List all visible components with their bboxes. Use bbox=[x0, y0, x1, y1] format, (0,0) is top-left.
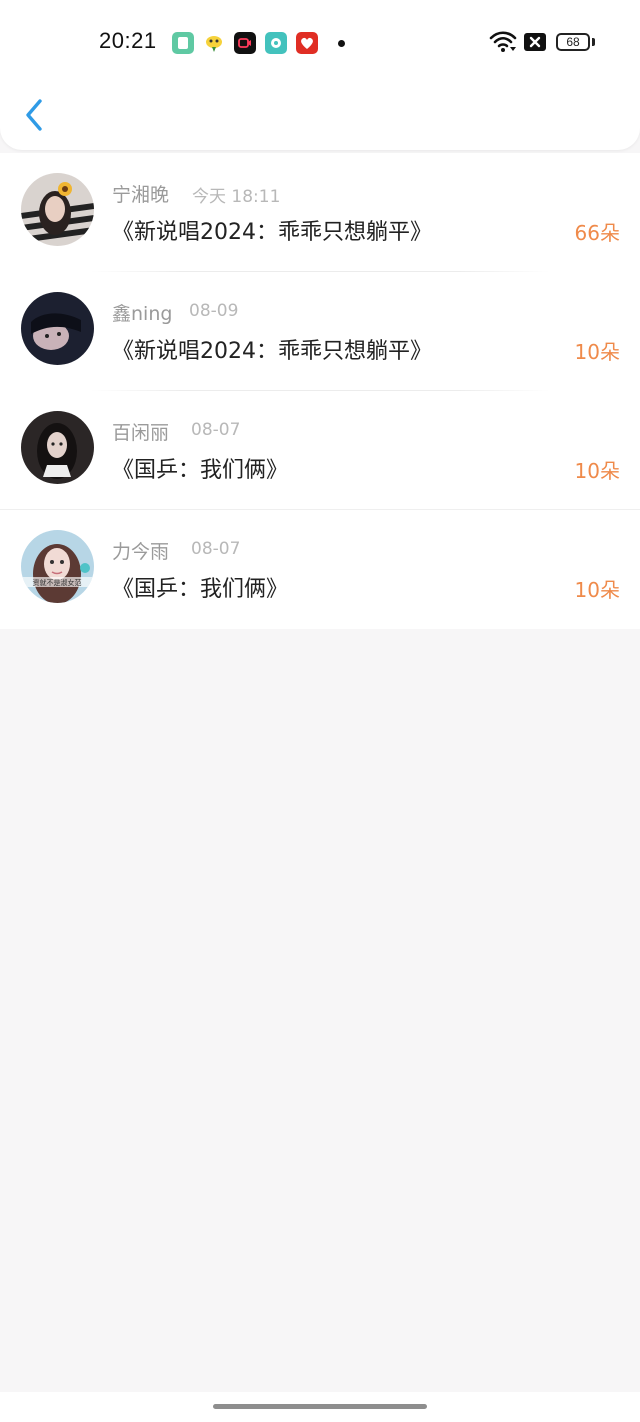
notes-app-icon bbox=[172, 32, 194, 54]
notification-dot bbox=[338, 40, 345, 47]
song-title: 《国乒：我们俩》 bbox=[112, 458, 289, 483]
sender-name: 力今雨 bbox=[112, 541, 170, 563]
status-time: 20:21 bbox=[99, 28, 157, 53]
battery-indicator: 68 bbox=[556, 33, 590, 51]
home-indicator[interactable] bbox=[213, 1404, 427, 1409]
send-time: 今天 18:11 bbox=[192, 187, 281, 207]
send-time: 08-07 bbox=[191, 420, 241, 440]
song-title: 《新说唱2024：乖乖只想躺平》 bbox=[112, 339, 432, 364]
song-title: 《新说唱2024：乖乖只想躺平》 bbox=[112, 220, 432, 245]
sender-name: 百闲丽 bbox=[112, 422, 170, 444]
list-item[interactable]: 鑫ning 08-09 《新说唱2024：乖乖只想躺平》 10朵 bbox=[0, 272, 640, 391]
gift-record-list: 宁湘晚 今天 18:11 《新说唱2024：乖乖只想躺平》 66朵 鑫ning … bbox=[0, 153, 640, 629]
video-app-icon bbox=[234, 32, 256, 54]
song-title: 《国乒：我们俩》 bbox=[112, 577, 289, 602]
flower-count: 66朵 bbox=[574, 221, 620, 245]
top-header: 20:21 68 bbox=[0, 0, 640, 150]
pinduoduo-app-icon bbox=[296, 32, 318, 54]
avatar[interactable] bbox=[21, 411, 94, 484]
avatar-caption: 资就不是淑女范 bbox=[33, 578, 82, 587]
list-item[interactable]: 宁湘晚 今天 18:11 《新说唱2024：乖乖只想躺平》 66朵 bbox=[0, 153, 640, 272]
send-time: 08-07 bbox=[191, 539, 241, 559]
status-bar: 20:21 68 bbox=[0, 0, 640, 86]
flower-count: 10朵 bbox=[574, 459, 620, 483]
avatar[interactable] bbox=[21, 173, 94, 246]
wifi-icon bbox=[489, 31, 517, 52]
chat-app-icon bbox=[265, 32, 287, 54]
battery-nub bbox=[592, 38, 595, 46]
chevron-left-icon bbox=[26, 99, 42, 131]
avatar[interactable]: 资就不是淑女范 bbox=[21, 530, 94, 603]
flower-count: 10朵 bbox=[574, 340, 620, 364]
avatar[interactable] bbox=[21, 292, 94, 365]
list-item[interactable]: 百闲丽 08-07 《国乒：我们俩》 10朵 bbox=[0, 391, 640, 510]
flower-count: 10朵 bbox=[574, 578, 620, 602]
back-button[interactable] bbox=[18, 96, 54, 136]
list-item[interactable]: 资就不是淑女范 力今雨 08-07 《国乒：我们俩》 10朵 bbox=[0, 510, 640, 629]
sender-name: 鑫ning bbox=[112, 303, 173, 325]
no-sim-icon bbox=[524, 33, 546, 51]
bird-app-icon bbox=[203, 32, 225, 54]
send-time: 08-09 bbox=[189, 301, 239, 321]
sender-name: 宁湘晚 bbox=[112, 184, 170, 206]
